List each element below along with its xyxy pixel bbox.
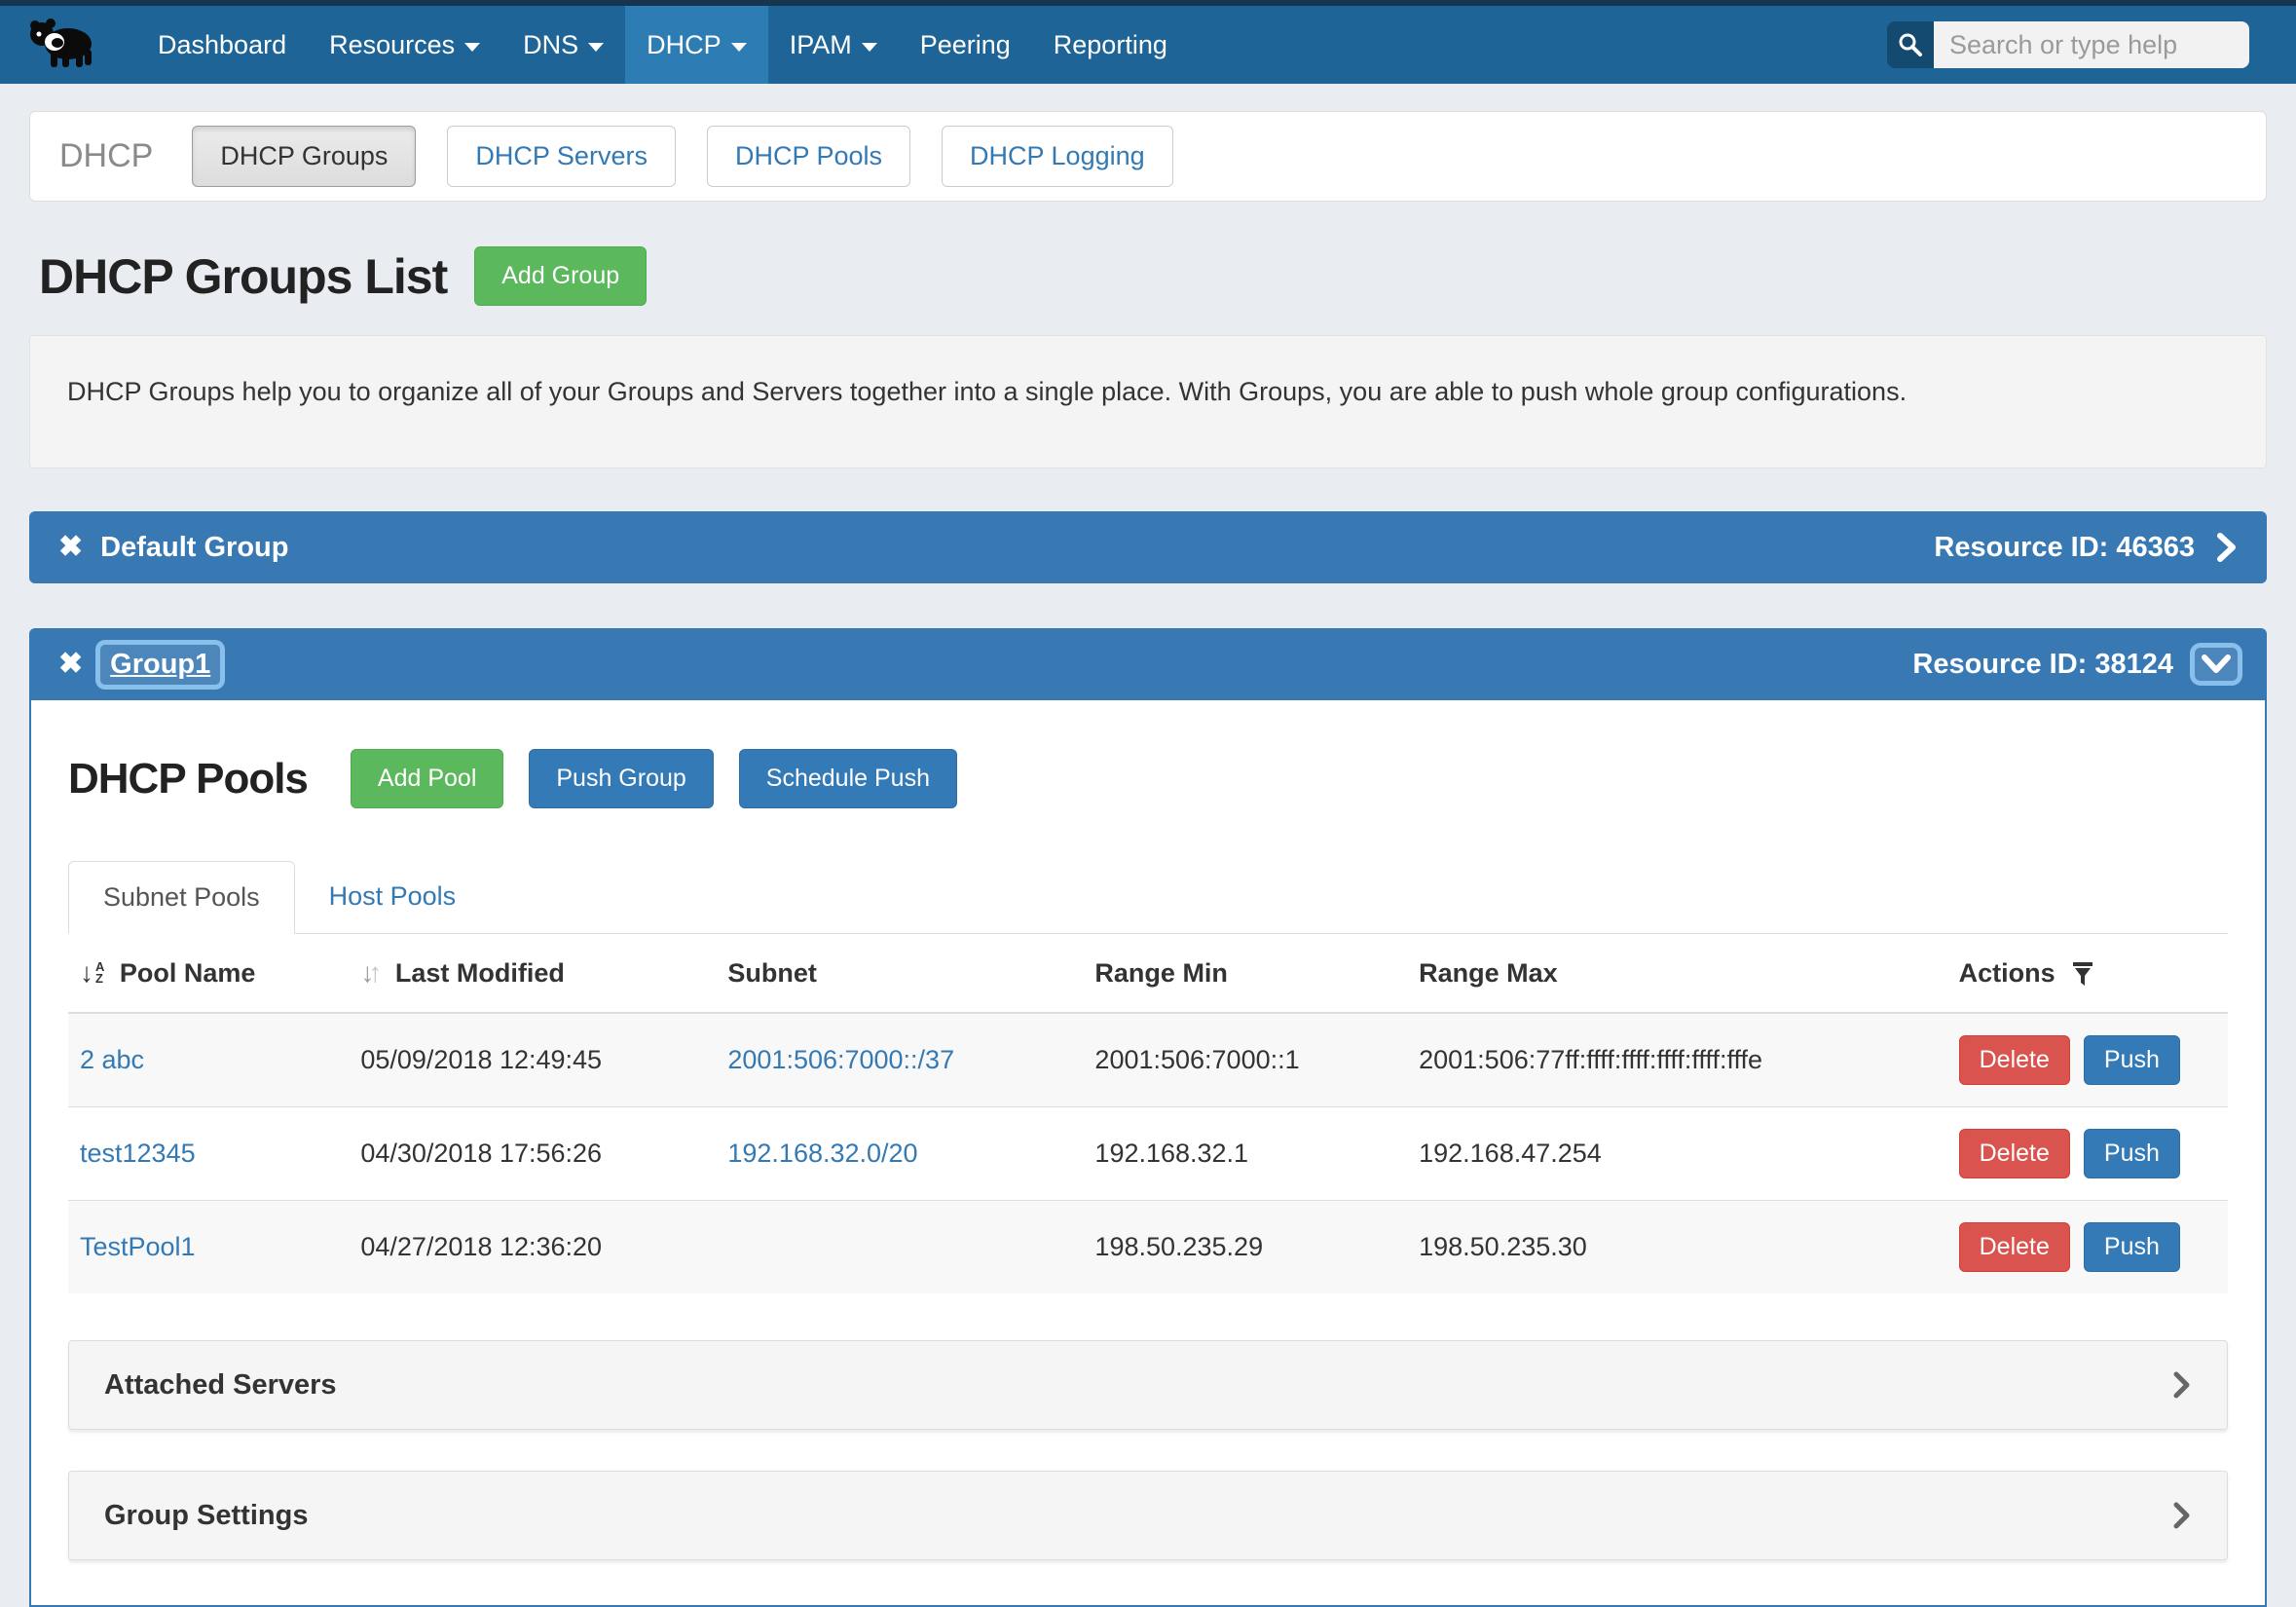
pool-name-link[interactable]: 2 abc (80, 1045, 144, 1074)
subnet-link[interactable]: 2001:506:7000::/37 (727, 1045, 954, 1074)
col-header-range-max: Range Max (1407, 934, 1947, 1013)
accordion-label: Group Settings (104, 1500, 308, 1532)
col-label: Range Min (1094, 958, 1228, 988)
remove-group-icon[interactable]: ✖ (58, 650, 83, 679)
tab-subnet-pools[interactable]: Subnet Pools (68, 861, 295, 934)
dhcp-subnav: DHCP DHCP Groups DHCP Servers DHCP Pools… (29, 111, 2267, 202)
delete-button[interactable]: Delete (1959, 1035, 2070, 1085)
chevron-right-icon (2172, 1501, 2192, 1530)
range-max-value: 2001:506:77ff:ffff:ffff:ffff:ffff:fffe (1419, 1045, 1762, 1074)
accordion-label: Attached Servers (104, 1369, 337, 1401)
table-row: test12345 04/30/2018 17:56:26 192.168.32… (68, 1107, 2228, 1201)
col-label: Actions (1959, 958, 2055, 988)
last-modified-value: 04/27/2018 12:36:20 (360, 1232, 602, 1261)
subnet-link[interactable]: 192.168.32.0/20 (727, 1139, 917, 1168)
col-label: Subnet (727, 958, 817, 988)
table-row: TestPool1 04/27/2018 12:36:20 198.50.235… (68, 1201, 2228, 1294)
nav-item-dns[interactable]: DNS (501, 6, 625, 84)
page-title: DHCP Groups List (39, 248, 447, 305)
delete-button[interactable]: Delete (1959, 1129, 2070, 1178)
sort-icon: ↓↑ (360, 957, 382, 989)
nav-label: Peering (920, 30, 1011, 60)
col-header-pool-name[interactable]: ↓AZ Pool Name (68, 934, 349, 1013)
push-button[interactable]: Push (2084, 1222, 2180, 1272)
col-header-last-modified[interactable]: ↓↑ Last Modified (349, 934, 716, 1013)
caret-down-icon (862, 43, 877, 52)
subnet-pools-table: ↓AZ Pool Name ↓↑ Last Modified Subnet (68, 934, 2228, 1293)
group-header-default-group[interactable]: ✖ Default Group Resource ID: 46363 (29, 511, 2267, 583)
range-max-value: 198.50.235.30 (1419, 1232, 1587, 1261)
nav-item-peering[interactable]: Peering (899, 6, 1032, 84)
search-area (1887, 6, 2296, 84)
filter-icon[interactable] (2072, 962, 2093, 986)
col-header-subnet: Subnet (716, 934, 1083, 1013)
col-header-actions: Actions (1947, 934, 2228, 1013)
last-modified-value: 04/30/2018 17:56:26 (360, 1139, 602, 1168)
delete-button[interactable]: Delete (1959, 1222, 2070, 1272)
group-name: Default Group (100, 532, 288, 564)
group1-expanded-panel: DHCP Pools Add Pool Push Group Schedule … (29, 700, 2267, 1607)
last-modified-value: 05/09/2018 12:49:45 (360, 1045, 602, 1074)
group-header-group1[interactable]: ✖ Group1 Resource ID: 38124 (29, 628, 2267, 700)
chevron-right-icon (2172, 1370, 2192, 1400)
col-label: Range Max (1419, 958, 1558, 988)
accordion-attached-servers[interactable]: Attached Servers (68, 1340, 2228, 1430)
nav-item-reporting[interactable]: Reporting (1032, 6, 1189, 84)
search-input[interactable] (1934, 21, 2249, 68)
tab-dhcp-pools[interactable]: DHCP Pools (707, 126, 910, 187)
col-label: Last Modified (395, 958, 565, 988)
col-label: Pool Name (120, 958, 256, 988)
schedule-push-button[interactable]: Schedule Push (739, 749, 957, 808)
accordion-group-settings[interactable]: Group Settings (68, 1471, 2228, 1560)
pool-name-link[interactable]: test12345 (80, 1139, 196, 1168)
description-text: DHCP Groups help you to organize all of … (67, 377, 1907, 406)
nav-label: Resources (329, 30, 455, 60)
add-group-button[interactable]: Add Group (474, 246, 647, 306)
push-button[interactable]: Push (2084, 1035, 2180, 1085)
panda-logo-icon (25, 13, 101, 78)
resource-id-label: Resource ID: 46363 (1934, 532, 2195, 564)
nav-label: DHCP (647, 30, 722, 60)
nav-label: Reporting (1054, 30, 1167, 60)
tab-dhcp-groups[interactable]: DHCP Groups (192, 126, 416, 187)
caret-down-icon (464, 43, 480, 52)
pool-type-tabs: Subnet Pools Host Pools (68, 861, 2228, 934)
nav-item-dhcp[interactable]: DHCP (625, 6, 768, 84)
caret-down-icon (731, 43, 747, 52)
nav-label: DNS (523, 30, 578, 60)
sort-alpha-asc-icon: ↓AZ (80, 957, 104, 989)
resource-id-label: Resource ID: 38124 (1912, 649, 2173, 681)
table-row: 2 abc 05/09/2018 12:49:45 2001:506:7000:… (68, 1013, 2228, 1107)
push-group-button[interactable]: Push Group (529, 749, 713, 808)
tab-host-pools[interactable]: Host Pools (295, 861, 491, 934)
pools-title: DHCP Pools (68, 755, 308, 804)
tab-dhcp-servers[interactable]: DHCP Servers (447, 126, 676, 187)
nav-label: IPAM (790, 30, 852, 60)
pool-name-link[interactable]: TestPool1 (80, 1232, 196, 1261)
nav-item-ipam[interactable]: IPAM (768, 6, 899, 84)
add-pool-button[interactable]: Add Pool (351, 749, 503, 808)
push-button[interactable]: Push (2084, 1129, 2180, 1178)
col-header-range-min: Range Min (1083, 934, 1407, 1013)
range-min-value: 192.168.32.1 (1094, 1139, 1248, 1168)
section-label: DHCP (59, 137, 153, 175)
range-min-value: 198.50.235.29 (1094, 1232, 1263, 1261)
group-name-link[interactable]: Group1 (100, 645, 220, 685)
tab-dhcp-logging[interactable]: DHCP Logging (942, 126, 1173, 187)
nav-label: Dashboard (158, 30, 286, 60)
range-max-value: 192.168.47.254 (1419, 1139, 1602, 1168)
chevron-right-icon[interactable] (2216, 532, 2238, 563)
nav-item-resources[interactable]: Resources (308, 6, 501, 84)
caret-down-icon (588, 43, 604, 52)
remove-group-icon[interactable]: ✖ (58, 533, 83, 562)
description-panel: DHCP Groups help you to organize all of … (29, 335, 2267, 468)
search-icon[interactable] (1887, 21, 1934, 68)
app-logo[interactable] (25, 6, 101, 84)
chevron-down-icon[interactable] (2195, 648, 2238, 681)
main-navbar: Dashboard Resources DNS DHCP IPAM Peerin… (0, 6, 2296, 84)
range-min-value: 2001:506:7000::1 (1094, 1045, 1299, 1074)
nav-item-dashboard[interactable]: Dashboard (136, 6, 308, 84)
